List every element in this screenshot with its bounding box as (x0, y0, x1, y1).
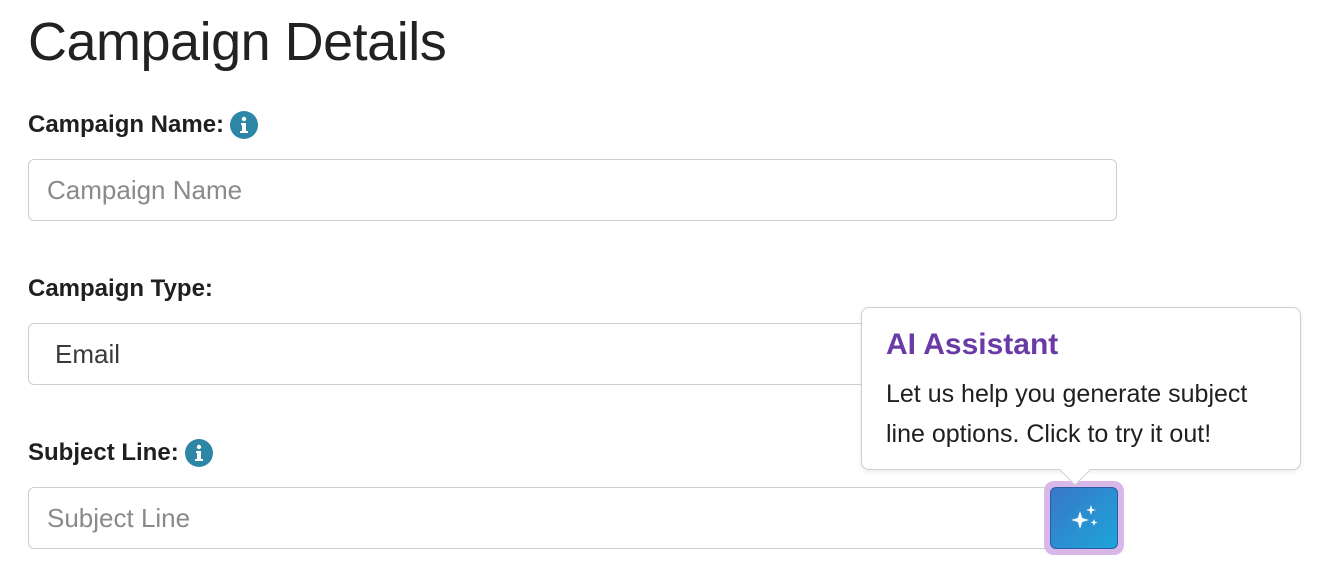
tooltip-body: Let us help you generate subject line op… (886, 380, 1248, 448)
campaign-type-label-row: Campaign Type: (28, 274, 213, 304)
ai-assistant-tooltip: AI Assistant Let us help you generate su… (861, 307, 1301, 486)
info-icon[interactable] (230, 111, 259, 139)
campaign-name-label: Campaign Name: (28, 111, 225, 138)
sparkles-icon (1071, 505, 1098, 529)
info-icon[interactable] (184, 439, 213, 467)
campaign-type-label: Campaign Type: (28, 275, 213, 302)
campaign-type-selected-value: Email (55, 338, 121, 369)
subject-line-label: Subject Line: (28, 439, 179, 466)
tooltip-title: AI Assistant (886, 328, 1059, 361)
page-title: Campaign Details (28, 12, 447, 72)
campaign-details-page: Campaign Details Campaign Name: Campaign… (0, 0, 1332, 586)
subject-line-label-row: Subject Line: (28, 438, 213, 468)
subject-line-input[interactable] (47, 488, 1116, 548)
campaign-name-input[interactable] (47, 160, 1116, 220)
ai-assistant-button-highlight (1044, 481, 1124, 555)
campaign-name-label-row: Campaign Name: (28, 110, 259, 140)
subject-line-field[interactable] (28, 487, 1117, 549)
campaign-name-field[interactable] (28, 159, 1117, 221)
ai-assistant-button[interactable] (1050, 487, 1118, 549)
